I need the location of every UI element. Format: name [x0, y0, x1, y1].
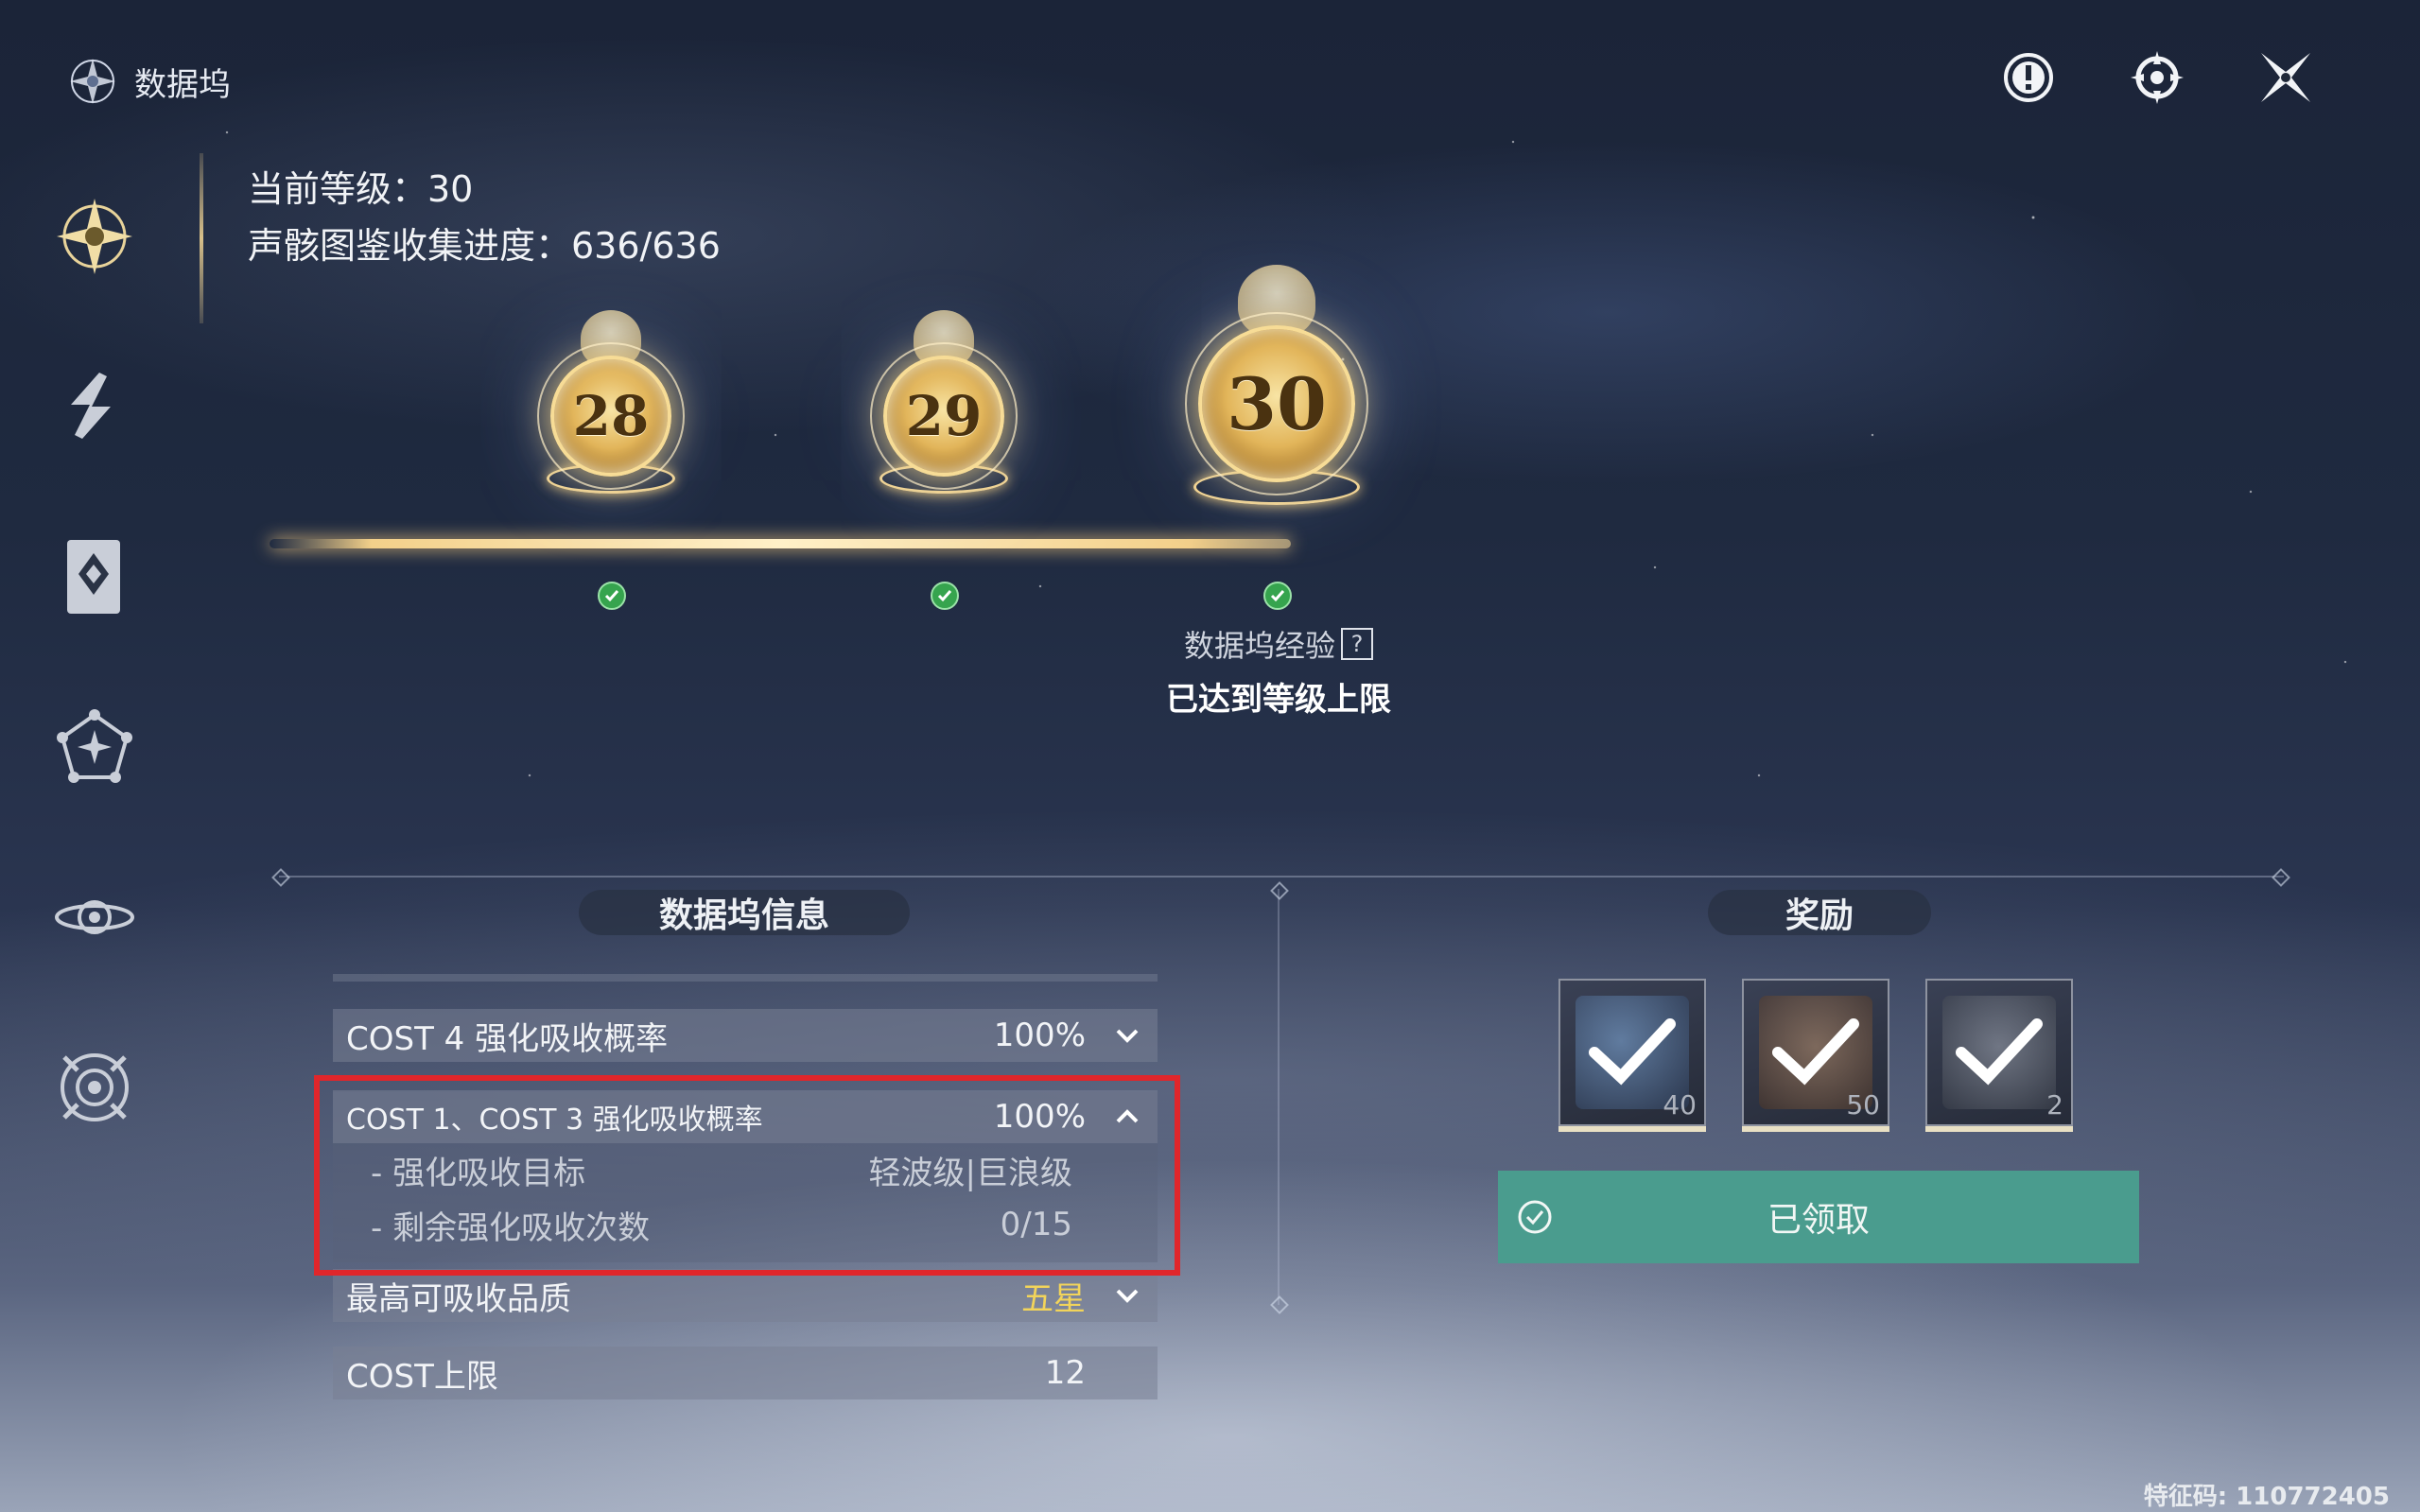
info-row-cost-limit: COST上限 12 — [333, 1347, 1158, 1399]
level-medal: 29 — [870, 342, 1018, 490]
highlight-annotation — [314, 1075, 1180, 1276]
reward-item[interactable]: 2 — [1925, 979, 2073, 1132]
sidebar-item-cards[interactable] — [47, 530, 142, 624]
page-title: 数据坞 — [134, 65, 231, 104]
sidebar-item-crosshair[interactable] — [47, 1040, 142, 1135]
card-book-icon — [67, 540, 120, 614]
row-label: 最高可吸收品质 — [346, 1279, 571, 1318]
exp-block: 数据坞经验 ? 已达到等级上限 — [1166, 622, 1391, 720]
check-icon — [598, 582, 626, 610]
claim-button[interactable]: 已领取 — [1498, 1171, 2139, 1263]
info-section-title: 数据坞信息 — [579, 890, 910, 935]
level-info: 当前等级：30 声骸图鉴收集进度：636/636 — [248, 161, 721, 274]
level-medal: 28 — [537, 342, 685, 490]
sidebar-item-pentagon[interactable] — [47, 700, 142, 794]
level-progress-track — [270, 539, 1291, 548]
divider-ornament — [1270, 881, 1289, 900]
exp-label: 数据坞经验 — [1183, 628, 1335, 664]
row-value: 五星 — [1021, 1279, 1086, 1318]
page-header: 数据坞 — [66, 55, 231, 108]
check-icon — [931, 582, 959, 610]
help-icon[interactable]: ? — [1341, 628, 1373, 660]
chevron-down-icon[interactable] — [1110, 1287, 1144, 1304]
level-number: 30 — [1227, 361, 1327, 446]
feature-code: 特征码: 110772405 — [2143, 1483, 2390, 1511]
exp-status: 已达到等级上限 — [1166, 681, 1391, 719]
sidebar — [47, 189, 142, 1210]
divider — [279, 876, 2284, 878]
star-compass-icon — [57, 199, 132, 274]
vertical-divider — [1278, 889, 1280, 1305]
reward-item[interactable]: 40 — [1558, 979, 1706, 1132]
chevron-down-icon[interactable] — [1110, 1027, 1144, 1044]
reward-section-title: 奖励 — [1708, 890, 1931, 935]
level-node-29[interactable]: 29 — [870, 310, 1018, 494]
list-scroll-edge — [333, 974, 1158, 982]
info-row-cost4[interactable]: COST 4 强化吸收概率 100% — [333, 1009, 1158, 1062]
sidebar-item-data-dock[interactable] — [47, 189, 142, 284]
level-number: 29 — [905, 384, 983, 448]
level-node-30[interactable]: 30 — [1185, 265, 1368, 505]
alert-icon[interactable] — [1998, 47, 2059, 108]
info-row-max-quality[interactable]: 最高可吸收品质 五星 — [333, 1269, 1158, 1322]
level-number: 28 — [572, 384, 650, 448]
gear-target-icon[interactable] — [2127, 47, 2187, 108]
claim-button-label: 已领取 — [1767, 1201, 1870, 1240]
divider-ornament — [2272, 868, 2290, 887]
check-circle-icon — [1518, 1200, 1552, 1234]
check-icon — [1263, 582, 1292, 610]
sidebar-item-layered[interactable] — [47, 359, 142, 454]
reward-count: 50 — [1846, 1089, 1880, 1121]
reward-list: 40 50 2 — [1558, 979, 2073, 1132]
row-label: COST 4 强化吸收概率 — [346, 1019, 669, 1058]
reward-count: 40 — [1663, 1089, 1697, 1121]
row-label: COST上限 — [346, 1357, 498, 1396]
reward-item[interactable]: 50 — [1742, 979, 1889, 1132]
row-value: 12 — [1044, 1354, 1086, 1392]
pentagon-star-icon — [57, 709, 132, 783]
layered-arrow-icon — [71, 373, 111, 439]
collection-progress-text: 声骸图鉴收集进度：636/636 — [248, 225, 721, 267]
current-level-text: 当前等级：30 — [248, 168, 474, 210]
divider-ornament — [271, 868, 290, 887]
eye-orbit-icon — [55, 900, 134, 934]
close-icon[interactable] — [2255, 47, 2316, 108]
level-medal: 30 — [1185, 312, 1368, 495]
data-dock-logo-icon — [70, 59, 115, 104]
reward-count: 2 — [2046, 1089, 2063, 1121]
sidebar-item-eye[interactable] — [47, 870, 142, 965]
level-node-28[interactable]: 28 — [537, 310, 685, 494]
sidebar-active-indicator — [200, 153, 203, 323]
divider-ornament — [1270, 1295, 1289, 1314]
crosshair-ring-icon — [61, 1053, 129, 1121]
row-value: 100% — [993, 1017, 1086, 1054]
